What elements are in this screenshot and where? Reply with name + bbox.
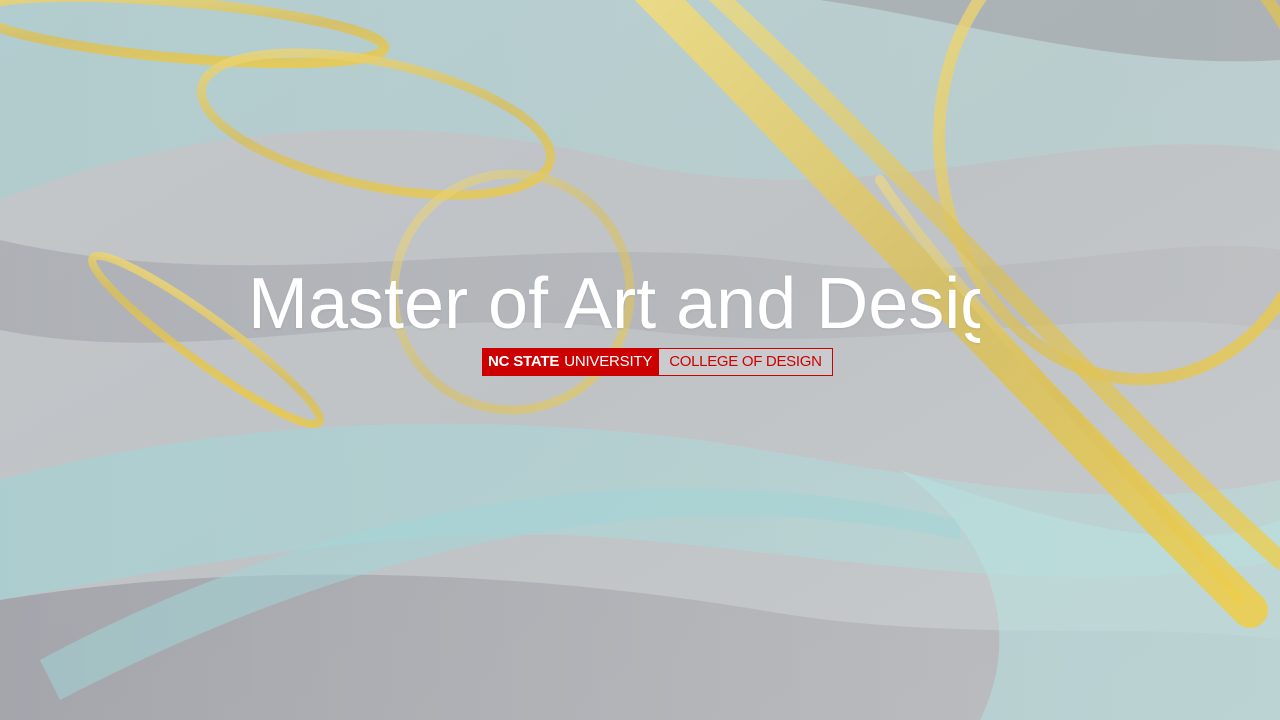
logo-university: UNIVERSITY xyxy=(564,353,653,370)
slide: Master of Art and Desig NC STATE UNIVERS… xyxy=(0,0,1280,720)
logo-ncstate: NC STATE xyxy=(488,353,560,370)
logo-college: COLLEGE OF DESIGN xyxy=(658,348,833,376)
slide-title: Master of Art and Desig xyxy=(0,262,1230,352)
slide-title-text: Master of Art and Desig xyxy=(248,264,980,344)
ncstate-logo: NC STATE UNIVERSITY COLLEGE OF DESIGN xyxy=(482,348,833,376)
logo-university-block: NC STATE UNIVERSITY xyxy=(482,348,659,376)
